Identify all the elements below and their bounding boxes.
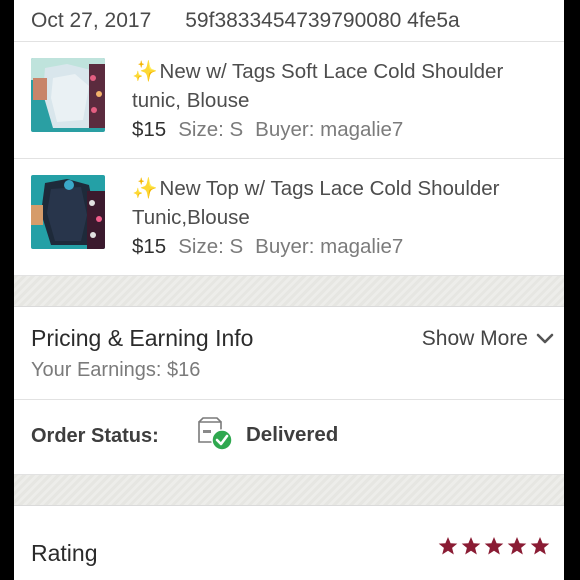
list-item[interactable]: ✨New Top w/ Tags Lace Cold Shoulder Tuni… — [14, 159, 564, 276]
item-buyer[interactable]: Buyer: magalie7 — [255, 232, 403, 261]
rating-stars — [438, 536, 550, 556]
show-more-button[interactable]: Show More — [422, 327, 554, 351]
item-price: $15 — [132, 235, 167, 258]
item-thumbnail[interactable] — [31, 58, 105, 132]
item-meta: $15 Size: S Buyer: magalie7 — [132, 115, 552, 144]
star-icon — [438, 537, 458, 555]
item-title-text: New w/ Tags Soft Lace Cold Shoulder tuni… — [132, 60, 504, 112]
item-size: Size: S — [178, 118, 244, 141]
item-buyer[interactable]: Buyer: magalie7 — [255, 115, 403, 144]
item-thumbnail[interactable] — [31, 175, 105, 249]
star-icon — [530, 537, 550, 555]
item-title-text: New Top w/ Tags Lace Cold Shoulder Tunic… — [132, 177, 500, 229]
item-info: ✨New Top w/ Tags Lace Cold Shoulder Tuni… — [132, 174, 552, 261]
star-icon — [484, 537, 504, 555]
sparkle-icon: ✨ — [132, 60, 158, 83]
section-divider — [14, 475, 564, 506]
item-title[interactable]: ✨New Top w/ Tags Lace Cold Shoulder Tuni… — [132, 174, 552, 232]
item-photo — [31, 58, 105, 132]
star-icon — [461, 537, 481, 555]
item-title[interactable]: ✨New w/ Tags Soft Lace Cold Shoulder tun… — [132, 57, 552, 115]
chevron-down-icon — [536, 333, 554, 344]
star-icon — [507, 537, 527, 555]
list-item[interactable]: ✨New w/ Tags Soft Lace Cold Shoulder tun… — [14, 42, 564, 159]
sparkle-icon: ✨ — [132, 177, 158, 200]
pricing-title: Pricing & Earning Info — [31, 325, 254, 351]
delivered-box-check-icon — [198, 417, 233, 451]
item-size: Size: S — [178, 235, 244, 258]
item-photo — [31, 175, 105, 249]
section-divider — [14, 276, 564, 307]
order-status-label: Order Status: — [31, 425, 159, 447]
item-info: ✨New w/ Tags Soft Lace Cold Shoulder tun… — [132, 57, 552, 144]
show-more-label: Show More — [421, 327, 528, 350]
order-date: Oct 27, 2017 — [31, 8, 152, 32]
rating-section: Rating — [14, 506, 564, 580]
item-price: $15 — [132, 118, 167, 141]
order-detail-screen: Oct 27, 2017 59f3833454739790080 4fe5a ✨… — [14, 0, 564, 580]
item-meta: $15 Size: S Buyer: magalie7 — [132, 232, 552, 261]
order-status-section: Order Status: Delivered — [14, 400, 564, 475]
order-id: 59f3833454739790080 4fe5a — [185, 8, 460, 32]
order-status-value: Delivered — [246, 423, 339, 446]
earnings-text: Your Earnings: $16 — [31, 359, 201, 381]
order-header-row: Oct 27, 2017 59f3833454739790080 4fe5a — [14, 0, 564, 42]
rating-label: Rating — [31, 540, 98, 566]
pricing-section: Pricing & Earning Info Your Earnings: $1… — [14, 307, 564, 400]
